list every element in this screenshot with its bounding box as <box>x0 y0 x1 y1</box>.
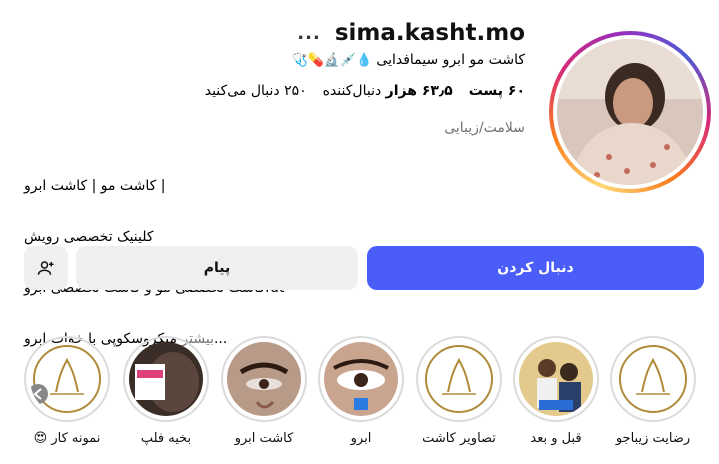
highlight-label: ابرو <box>350 431 372 446</box>
story-highlight[interactable]: رضایت زیباجو <box>610 336 696 446</box>
story-highlight[interactable]: بخیه فلپ <box>123 336 209 446</box>
highlight-label: بخیه فلپ <box>140 431 192 446</box>
story-highlight[interactable]: کاشت ابرو <box>221 336 307 446</box>
highlight-logo-icon <box>422 342 496 416</box>
add-person-icon <box>37 261 54 275</box>
highlight-logo-icon <box>30 342 104 416</box>
profile-avatar-ring[interactable] <box>549 31 711 193</box>
username-row: sima.kasht.mo ... <box>297 20 525 46</box>
profile-stats: ۶۰ پست ۶۳٫۵ هزار دنبال‌کننده ۲۵۰ دنبال م… <box>205 83 525 99</box>
story-highlight[interactable]: نمونه کار 😍 <box>24 336 110 446</box>
username: sima.kasht.mo <box>334 20 525 46</box>
full-name: کاشت مو ابرو سیمافدایی <box>376 52 525 68</box>
highlight-label: قبل و بعد <box>530 431 582 446</box>
posts-count[interactable]: ۶۰ پست <box>469 83 525 99</box>
avatar-frame <box>553 35 707 189</box>
highlight-label: کاشت ابرو <box>234 431 294 446</box>
highlight-photo-icon <box>227 342 301 416</box>
highlight-photo-icon <box>519 342 593 416</box>
message-button[interactable]: پیام <box>76 246 358 290</box>
full-name-row: کاشت مو ابرو سیمافدایی 💧💉🔬💊🩺 <box>291 52 525 68</box>
following-count[interactable]: ۲۵۰ دنبال می‌کنید <box>205 83 307 99</box>
highlight-label: رضایت زیباجو <box>615 431 691 446</box>
profile-category: سلامت/زیبایی <box>444 120 525 136</box>
story-highlight[interactable]: قبل و بعد <box>513 336 599 446</box>
highlight-photo-icon <box>324 342 398 416</box>
highlight-logo-icon <box>616 342 690 416</box>
more-options-icon[interactable]: ... <box>297 23 321 44</box>
avatar-portrait <box>557 39 703 185</box>
highlight-label: تصاویر کاشت <box>422 431 496 446</box>
bio-line: کلینیک تخصصی رویش <box>24 229 154 245</box>
avatar[interactable] <box>557 39 703 185</box>
bio-line: کاشت مو | کاشت ابرو | <box>24 178 166 194</box>
followers-count[interactable]: ۶۳٫۵ هزار دنبال‌کننده <box>323 83 453 99</box>
follow-button[interactable]: دنبال کردن <box>367 246 704 290</box>
highlight-label: نمونه کار 😍 <box>33 431 101 446</box>
suggested-accounts-button[interactable] <box>24 246 68 290</box>
story-highlight[interactable]: ابرو <box>318 336 404 446</box>
story-highlight[interactable]: تصاویر کاشت <box>416 336 502 446</box>
highlight-photo-icon <box>129 342 203 416</box>
full-name-emojis: 💧💉🔬💊🩺 <box>291 52 373 68</box>
